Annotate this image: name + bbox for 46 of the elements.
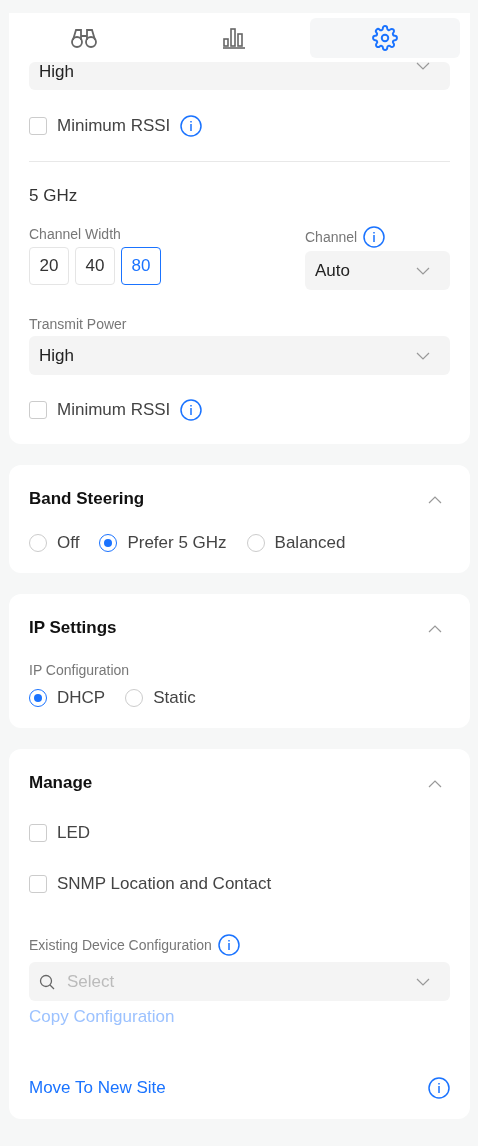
- info-icon[interactable]: [217, 934, 240, 956]
- field-label: Transmit Power: [29, 316, 128, 332]
- checkbox[interactable]: [29, 875, 47, 893]
- width-option[interactable]: 20: [29, 247, 69, 285]
- section-title: IP Settings: [29, 618, 117, 638]
- collapse-icon[interactable]: [428, 625, 442, 633]
- transmit-power-select[interactable]: High: [29, 336, 450, 375]
- checkbox-label: Minimum RSSI: [57, 400, 171, 420]
- radio-label: DHCP: [57, 688, 106, 708]
- chevron-down-icon: [416, 266, 430, 275]
- width-option[interactable]: 40: [75, 247, 115, 285]
- checkbox-label: LED: [57, 823, 91, 843]
- radio-label: Prefer 5 GHz: [127, 533, 227, 553]
- chevron-down-icon: [416, 62, 430, 70]
- checkbox-label: SNMP Location and Contact: [57, 874, 272, 894]
- search-icon: [39, 973, 55, 990]
- checkbox[interactable]: [29, 824, 47, 842]
- move-to-new-site-link[interactable]: Move To New Site: [29, 1078, 166, 1098]
- band-heading: 5 GHz: [29, 186, 79, 206]
- field-label: Channel Width: [29, 226, 122, 242]
- width-option[interactable]: 80: [121, 247, 161, 285]
- info-icon[interactable]: [180, 399, 203, 421]
- field-label: Existing Device Configuration: [29, 937, 212, 953]
- channel-select[interactable]: Auto: [305, 251, 450, 290]
- radio-label: Static: [153, 688, 196, 708]
- field-label: Channel: [305, 229, 358, 245]
- section-title: Manage: [29, 773, 93, 793]
- checkbox[interactable]: [29, 117, 47, 135]
- info-icon[interactable]: [180, 115, 203, 137]
- binoculars-icon: [71, 26, 98, 49]
- tab[interactable]: [309, 17, 460, 58]
- chevron-down-icon: [416, 351, 430, 360]
- checkbox-label: Minimum RSSI: [57, 116, 171, 136]
- radio-label: Off: [57, 533, 80, 553]
- field-label: IP Configuration: [29, 662, 131, 678]
- section-title: Band Steering: [29, 489, 145, 509]
- chevron-down-icon: [416, 977, 430, 986]
- bar-chart-icon: [222, 26, 247, 49]
- radio-label: Balanced: [274, 533, 346, 553]
- collapse-icon[interactable]: [428, 780, 442, 788]
- select-field[interactable]: High: [29, 62, 450, 90]
- collapse-icon[interactable]: [428, 496, 442, 504]
- info-icon[interactable]: [428, 1077, 450, 1099]
- settings-icon: [371, 24, 398, 51]
- info-icon[interactable]: [363, 226, 386, 248]
- checkbox[interactable]: [29, 401, 47, 419]
